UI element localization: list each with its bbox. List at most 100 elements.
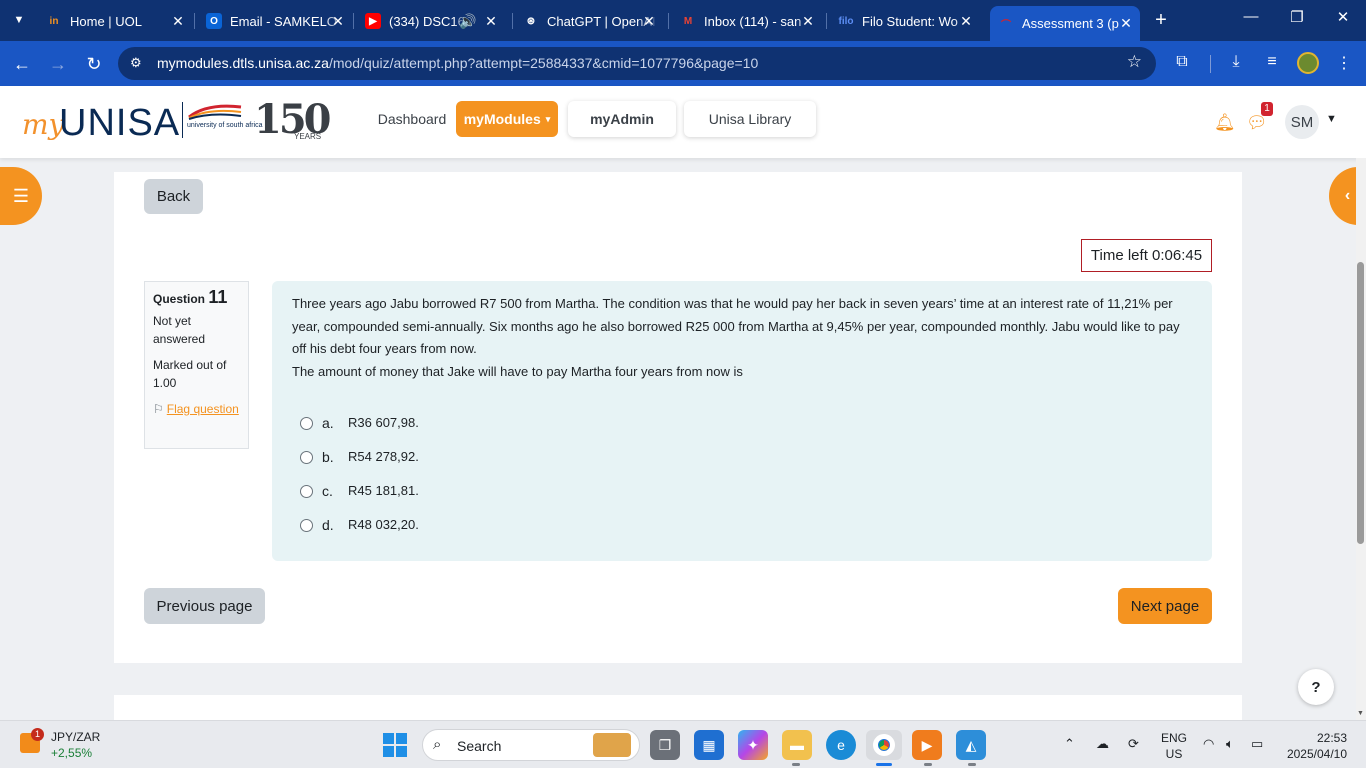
previous-page-button[interactable]: Previous page	[144, 588, 265, 624]
close-tab-icon[interactable]: ✕	[1118, 15, 1134, 32]
tab-filo[interactable]: filo Filo Student: Wo ✕	[838, 7, 976, 35]
close-tab-icon[interactable]: ✕	[800, 13, 816, 30]
user-avatar[interactable]: SM	[1285, 105, 1319, 139]
answer-letter: d.	[322, 516, 334, 533]
quiz-timer: Time left 0:06:45	[1081, 239, 1212, 272]
region-code: US	[1165, 747, 1183, 761]
list-icon: ☰	[12, 185, 30, 206]
volume-icon[interactable]: 🔈︎	[1226, 736, 1234, 752]
file-explorer-icon[interactable]: ▬	[782, 730, 812, 760]
close-tab-icon[interactable]: ✕	[483, 13, 499, 30]
answer-radio[interactable]	[300, 416, 313, 430]
nav-myadmin[interactable]: myAdmin	[568, 101, 676, 137]
tab-gmail[interactable]: M Inbox (114) - san ✕	[680, 7, 818, 35]
media-control-icon[interactable]: ≡	[1261, 53, 1283, 71]
tab-email[interactable]: O Email - SAMKELO ✕	[206, 7, 348, 35]
scrollbar-thumb[interactable]	[1357, 262, 1364, 544]
photos-icon[interactable]: ◭	[956, 730, 986, 760]
url-path: /mod/quiz/attempt.php?attempt=25884337&c…	[328, 55, 759, 71]
question-grade: Marked out of 1.00	[153, 358, 227, 390]
close-tab-icon[interactable]: ✕	[330, 13, 346, 30]
site-settings-icon[interactable]: ⚙	[130, 55, 142, 71]
nav-unisa-library[interactable]: Unisa Library	[684, 101, 816, 137]
reload-icon[interactable]: ↻	[81, 51, 107, 77]
edge-icon[interactable]: e	[826, 730, 856, 760]
battery-icon[interactable]: ▭	[1251, 736, 1263, 752]
tab-youtube[interactable]: ▶ (334) DSC16 🔊 ✕	[365, 7, 501, 35]
clock-time: 22:53	[1316, 731, 1347, 745]
scroll-down-icon[interactable]: ▼	[1357, 710, 1364, 717]
close-window-icon[interactable]: ✕	[1328, 8, 1358, 26]
chevron-left-icon: ‹	[1344, 187, 1351, 204]
question-text: Three years ago Jabu borrowed R7 500 fro…	[292, 296, 1180, 356]
close-tab-icon[interactable]: ✕	[170, 13, 186, 30]
extensions-icon[interactable]: ⧉	[1171, 53, 1193, 71]
answer-option-d[interactable]: d. R48 032,20.	[300, 508, 419, 542]
tab-chatgpt[interactable]: ⊛ ChatGPT | OpenAI ✕	[523, 7, 659, 35]
nav-mymodules-label: myModules	[463, 111, 541, 127]
bookmark-star-icon[interactable]: ☆	[1127, 52, 1142, 72]
media-player-icon[interactable]: ▶	[912, 730, 942, 760]
question-label: Question	[153, 292, 206, 306]
answer-radio[interactable]	[300, 484, 313, 498]
fx-pair[interactable]: JPY/ZAR	[51, 730, 100, 744]
help-label: ?	[1311, 678, 1321, 696]
answer-option-c[interactable]: c. R45 181,81.	[300, 474, 419, 508]
taskbar-search[interactable]: ⌕ Search	[422, 729, 640, 761]
copilot-icon[interactable]: ✦	[738, 730, 768, 760]
browser-profile-avatar[interactable]	[1297, 52, 1319, 74]
answer-value: R48 032,20.	[348, 516, 419, 532]
next-page-button[interactable]: Next page	[1118, 588, 1212, 624]
answer-letter: b.	[322, 448, 334, 465]
nav-dashboard-label: Dashboard	[377, 111, 447, 127]
course-index-toggle[interactable]: ☰	[0, 167, 42, 225]
close-tab-icon[interactable]: ✕	[641, 13, 657, 30]
windows-start-icon[interactable]	[383, 733, 407, 757]
chrome-icon[interactable]	[866, 730, 902, 760]
flag-question-link[interactable]: ⚐ Flag question	[153, 400, 240, 418]
sync-icon[interactable]: ⟳	[1128, 736, 1139, 752]
restore-icon[interactable]: ❐	[1282, 8, 1312, 26]
windows-taskbar: 1 JPY/ZAR +2,55% ⌕ Search ❐ ▦ ✦ ▬ e ▶ ◭ …	[0, 720, 1366, 768]
back-arrow-icon[interactable]: ←	[9, 51, 35, 77]
tray-chevron-up-icon[interactable]: ⌃	[1064, 736, 1075, 752]
minimize-icon[interactable]: —	[1236, 8, 1266, 25]
answer-option-b[interactable]: b. R54 278,92.	[300, 440, 419, 474]
search-label: Search	[457, 738, 502, 754]
new-tab-plus-icon[interactable]: +	[1150, 9, 1172, 31]
nav-mymodules[interactable]: myModules ▾	[456, 101, 558, 137]
task-view-icon[interactable]: ❐	[650, 730, 680, 760]
messages-icon[interactable]: 💬︎	[1246, 113, 1268, 133]
forward-arrow-icon[interactable]: →	[45, 51, 71, 77]
wifi-icon[interactable]: ◠	[1203, 736, 1214, 752]
chatgpt-icon: ⊛	[526, 15, 536, 27]
tab-title: (334) DSC16	[389, 13, 465, 29]
tab-search-chevron-icon[interactable]: ▼	[6, 8, 32, 32]
notification-bell-icon[interactable]: 🔔︎	[1214, 113, 1236, 133]
store-icon[interactable]: ▦	[694, 730, 724, 760]
tab-assessment-3[interactable]: ⌒ Assessment 3 (p ✕	[990, 6, 1140, 41]
back-button[interactable]: Back	[144, 179, 203, 214]
messages-badge: 1	[1261, 102, 1273, 116]
download-icon[interactable]: ⤓	[1225, 53, 1247, 71]
url-text[interactable]: mymodules.dtls.unisa.ac.za/mod/quiz/atte…	[157, 55, 758, 71]
unisa-flag-logo-icon	[188, 104, 242, 120]
onedrive-icon[interactable]: ☁	[1096, 736, 1109, 752]
answer-option-a[interactable]: a. R36 607,98.	[300, 406, 419, 440]
nav-dashboard[interactable]: Dashboard	[370, 101, 454, 137]
user-menu-chevron-icon[interactable]: ▼	[1326, 113, 1337, 125]
help-button[interactable]: ?	[1298, 669, 1334, 705]
answer-radio[interactable]	[300, 518, 313, 532]
chrome-menu-icon[interactable]: ⋮	[1333, 53, 1355, 73]
speaker-icon[interactable]: 🔊	[459, 13, 476, 30]
language-indicator[interactable]: ENG US	[1161, 730, 1187, 762]
tab-home-uol[interactable]: in Home | UOL ✕	[46, 7, 188, 35]
url-omnibox[interactable]: ⚙ mymodules.dtls.unisa.ac.za/mod/quiz/at…	[118, 47, 1156, 80]
gmail-icon: M	[683, 15, 693, 27]
question-info-panel: Question 11 Not yet answered Marked out …	[144, 281, 249, 449]
question-content: Three years ago Jabu borrowed R7 500 fro…	[272, 281, 1212, 561]
close-tab-icon[interactable]: ✕	[958, 13, 974, 30]
search-icon: ⌕	[433, 736, 442, 753]
answer-radio[interactable]	[300, 450, 313, 464]
system-clock[interactable]: 22:53 2025/04/10	[1285, 730, 1347, 762]
